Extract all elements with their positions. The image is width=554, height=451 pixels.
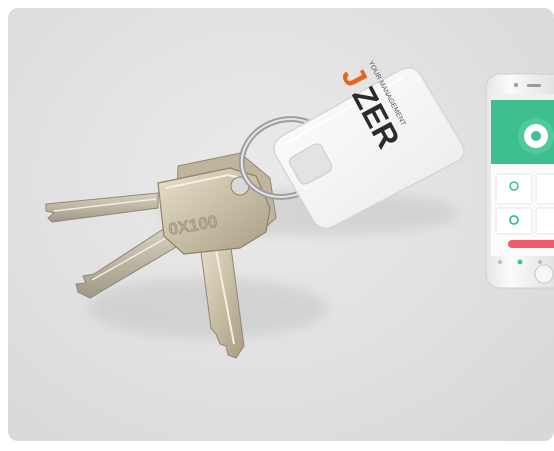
nav-icon-active xyxy=(517,259,523,265)
smartphone xyxy=(485,73,554,289)
nav-icon xyxy=(538,260,542,264)
product-scene: 0X100 ZER J YOUR MANAGEMENT xyxy=(45,60,554,359)
key-left xyxy=(45,192,159,223)
product-photo: 0X100 ZER J YOUR MANAGEMENT xyxy=(8,8,554,441)
key-front-head: 0X100 xyxy=(157,167,271,255)
app-action-button xyxy=(508,240,554,248)
nav-icon xyxy=(498,260,502,264)
home-button xyxy=(534,264,554,284)
